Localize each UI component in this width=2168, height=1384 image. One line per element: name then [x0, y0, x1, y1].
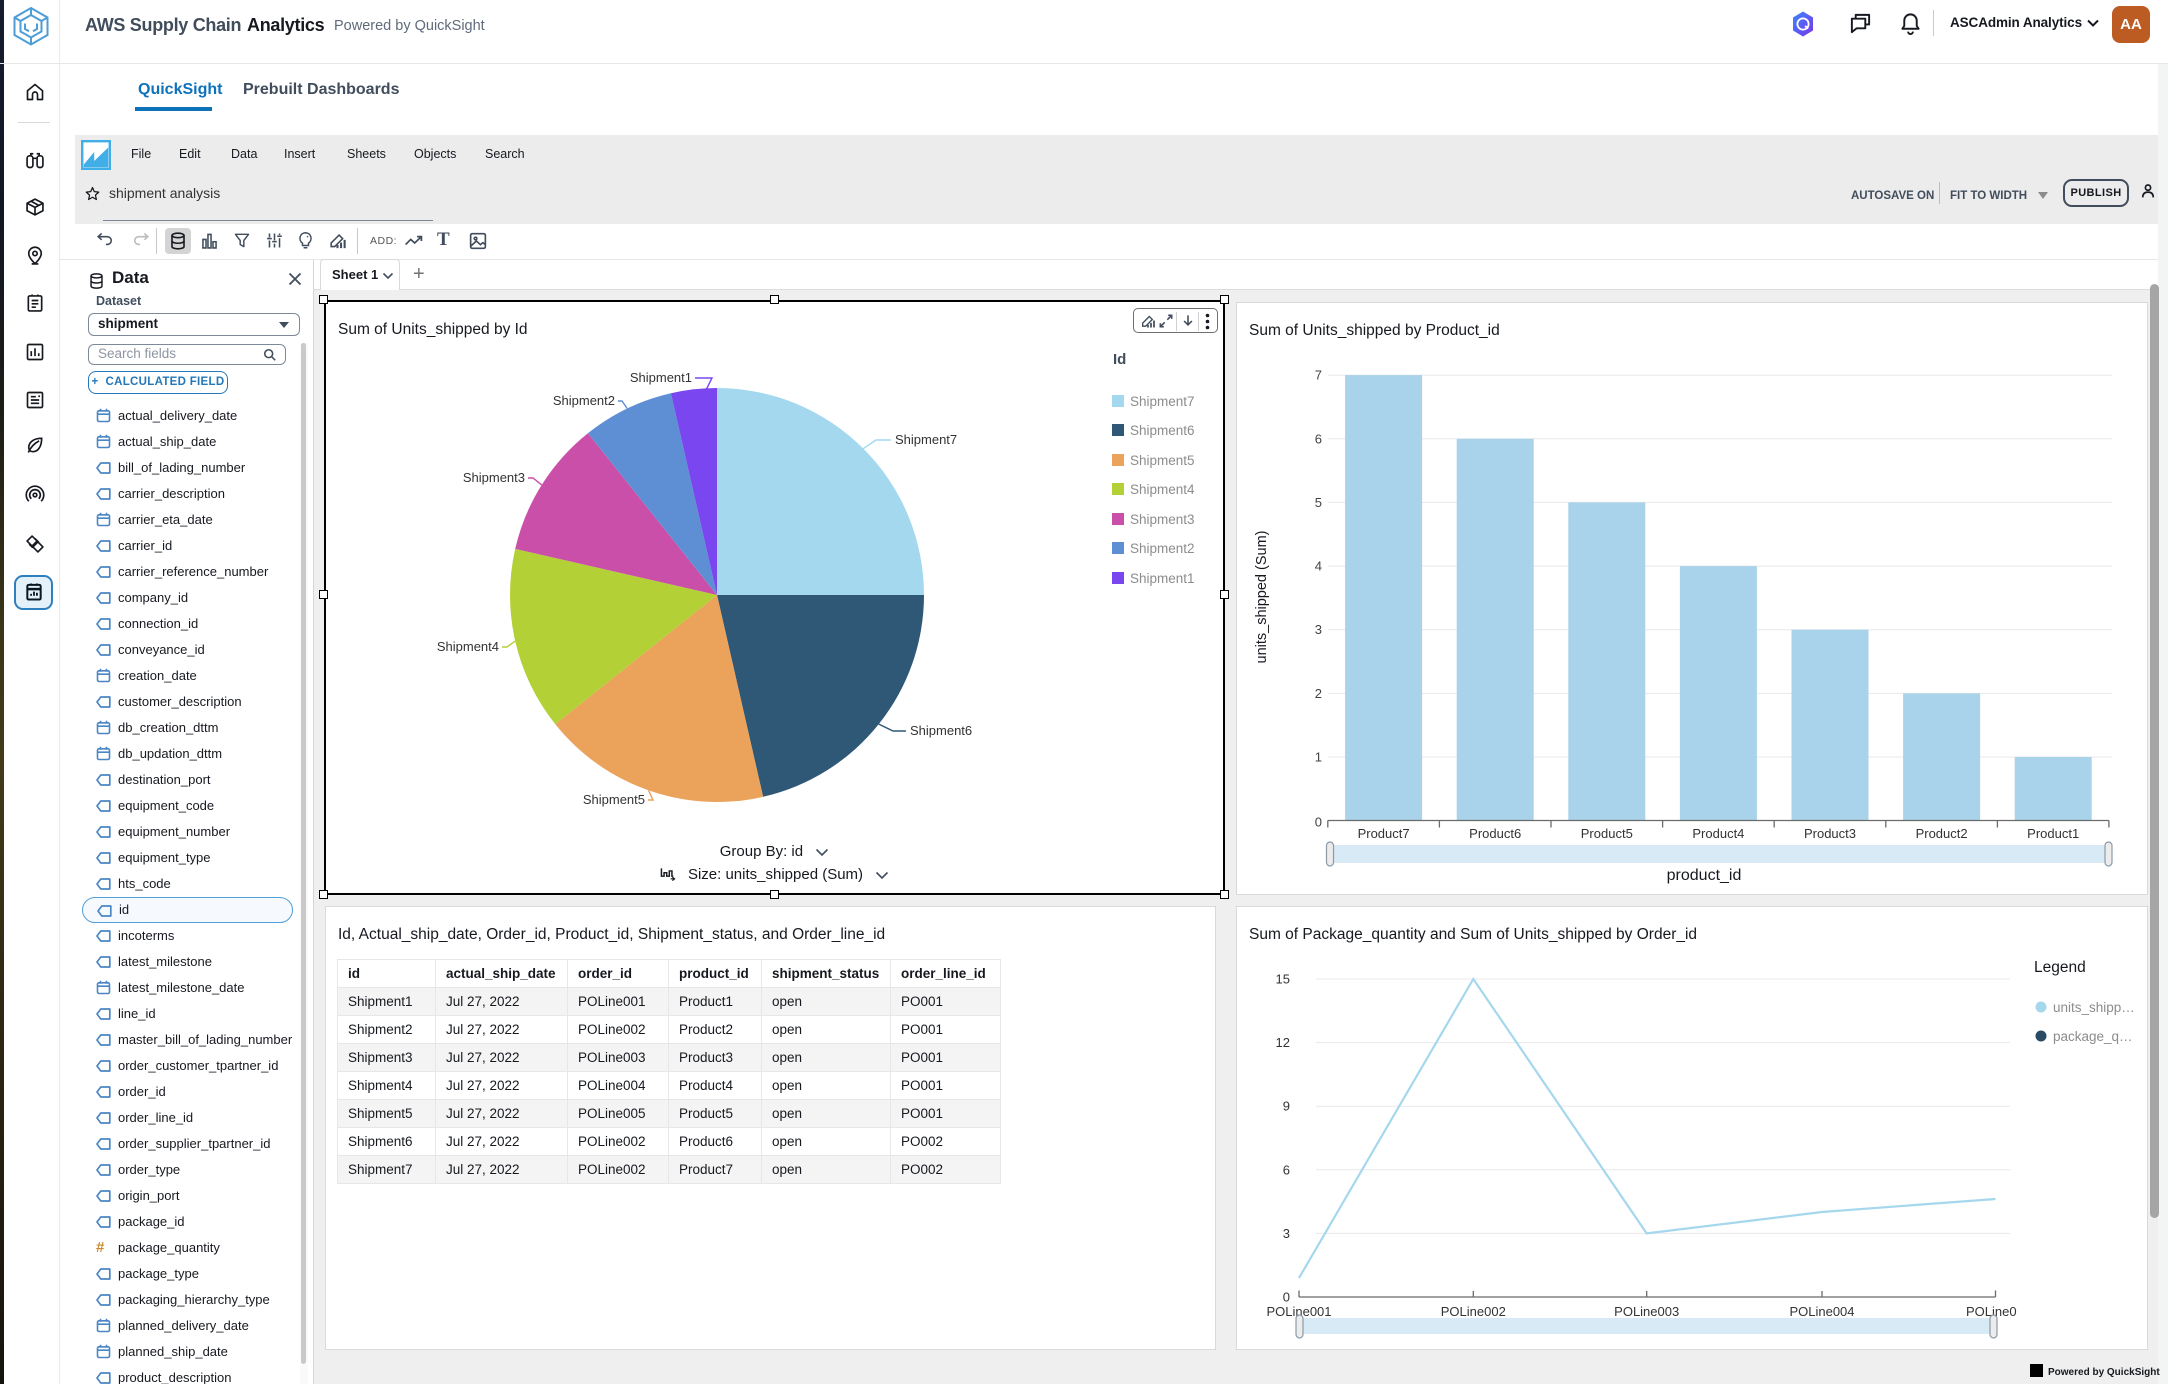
svg-text:Shipment5: Shipment5 [583, 792, 645, 807]
svg-text:Shipment3: Shipment3 [463, 470, 525, 485]
svg-text:Product2: Product2 [1916, 826, 1968, 841]
svg-text:Product3: Product3 [1804, 826, 1856, 841]
svg-text:units_shipped (Sum): units_shipped (Sum) [1254, 531, 1270, 664]
svg-text:Product6: Product6 [1469, 826, 1521, 841]
svg-text:1: 1 [1315, 750, 1322, 765]
svg-text:POLine004: POLine004 [1789, 1304, 1854, 1319]
svg-text:6: 6 [1283, 1162, 1290, 1177]
svg-text:Product4: Product4 [1692, 826, 1744, 841]
svg-text:Product7: Product7 [1358, 826, 1410, 841]
svg-text:0: 0 [1283, 1290, 1290, 1305]
svg-text:3: 3 [1315, 622, 1322, 637]
svg-text:15: 15 [1276, 972, 1290, 987]
svg-text:7: 7 [1315, 368, 1322, 383]
svg-text:POLine002: POLine002 [1441, 1304, 1506, 1319]
svg-text:9: 9 [1283, 1099, 1290, 1114]
svg-text:package_q…: package_q… [2053, 1029, 2133, 1044]
svg-text:units_shipp…: units_shipp… [2053, 1000, 2135, 1015]
svg-text:3: 3 [1283, 1226, 1290, 1241]
svg-text:Legend: Legend [2034, 959, 2086, 976]
svg-text:4: 4 [1315, 559, 1322, 574]
svg-text:12: 12 [1276, 1035, 1290, 1050]
svg-text:0: 0 [1315, 815, 1322, 830]
svg-text:Shipment4: Shipment4 [437, 639, 499, 654]
svg-text:Shipment2: Shipment2 [553, 393, 615, 408]
svg-text:6: 6 [1315, 431, 1322, 446]
svg-text:POLine003: POLine003 [1614, 1304, 1679, 1319]
svg-text:5: 5 [1315, 495, 1322, 510]
svg-text:Product1: Product1 [2027, 826, 2079, 841]
svg-text:Shipment6: Shipment6 [910, 723, 972, 738]
svg-text:product_id: product_id [1667, 867, 1742, 884]
svg-text:Product5: Product5 [1581, 826, 1633, 841]
svg-text:Shipment1: Shipment1 [630, 370, 692, 385]
svg-text:2: 2 [1315, 686, 1322, 701]
svg-text:Shipment7: Shipment7 [895, 432, 957, 447]
